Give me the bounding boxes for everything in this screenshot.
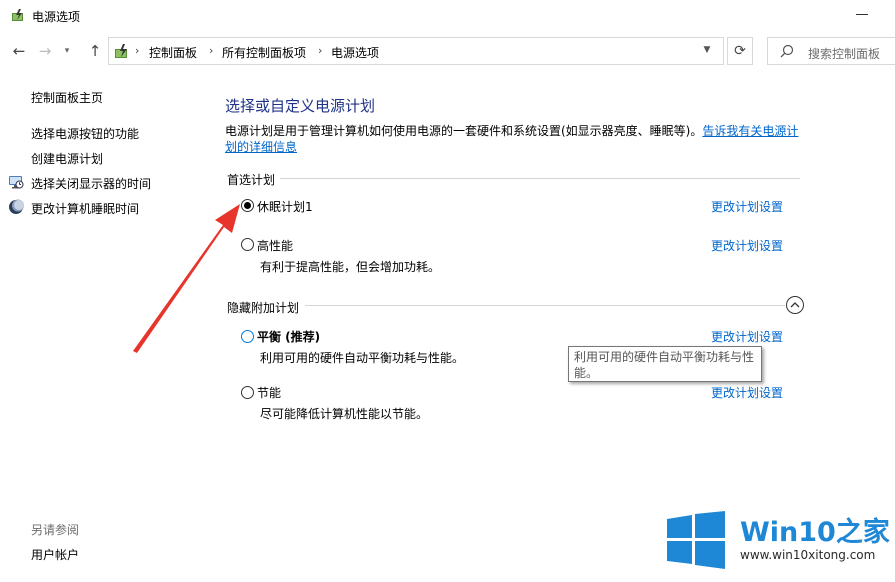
watermark-url: www.win10xitong.com bbox=[740, 548, 876, 562]
sidebar-item-power-buttons[interactable]: 选择电源按钮的功能 bbox=[31, 125, 139, 142]
plan-radio-balanced[interactable] bbox=[241, 330, 254, 343]
group-divider bbox=[305, 305, 785, 306]
sidebar-item-display-off[interactable]: 选择关闭显示器的时间 bbox=[31, 175, 151, 192]
refresh-icon: ⟳ bbox=[734, 43, 746, 59]
breadcrumb-separator: › bbox=[318, 44, 323, 57]
user-accounts-link[interactable]: 用户帐户 bbox=[31, 546, 79, 563]
breadcrumb-power-options[interactable]: 电源选项 bbox=[331, 44, 379, 61]
plan-radio-high-performance[interactable] bbox=[241, 238, 254, 251]
preferred-plans-heading: 首选计划 bbox=[227, 173, 276, 187]
brand-name: Win10 bbox=[740, 517, 836, 548]
plan-name: 节能 bbox=[257, 386, 282, 400]
search-box[interactable]: 搜索控制面板 bbox=[767, 37, 895, 65]
search-icon bbox=[780, 44, 794, 58]
change-plan-settings-link[interactable]: 更改计划设置 bbox=[711, 237, 783, 254]
plan-radio-power-saver[interactable] bbox=[241, 386, 254, 399]
plan-name: 平衡 (推荐) bbox=[257, 330, 321, 344]
navigation-bar: ← → ▾ ↑ › 控制面板 › 所有控制面板项 › 电源选项 ▼ ⟳ 搜索控制… bbox=[0, 34, 895, 68]
address-bar[interactable]: › 控制面板 › 所有控制面板项 › 电源选项 ▼ bbox=[108, 37, 724, 65]
control-panel-home-link[interactable]: 控制面板主页 bbox=[31, 89, 103, 106]
breadcrumb-control-panel[interactable]: 控制面板 bbox=[149, 44, 197, 61]
change-plan-settings-link[interactable]: 更改计划设置 bbox=[711, 328, 783, 345]
watermark-brand: Win10之家 bbox=[740, 510, 890, 549]
collapse-button[interactable] bbox=[786, 296, 804, 314]
hidden-plans-heading: 隐藏附加计划 bbox=[227, 301, 300, 315]
group-divider bbox=[280, 178, 800, 179]
windows-logo-icon bbox=[667, 511, 725, 569]
search-input[interactable]: 搜索控制面板 bbox=[808, 45, 880, 62]
see-also-heading: 另请参阅 bbox=[31, 523, 80, 537]
up-arrow-icon[interactable]: ↑ bbox=[86, 42, 104, 60]
moon-icon bbox=[9, 199, 24, 214]
breadcrumb-all-items[interactable]: 所有控制面板项 bbox=[222, 44, 306, 61]
plan-radio-hibernate-1[interactable] bbox=[241, 199, 254, 212]
breadcrumb-separator: › bbox=[209, 44, 214, 57]
breadcrumb-separator: › bbox=[135, 44, 140, 57]
forward-arrow-icon[interactable]: → bbox=[36, 42, 54, 60]
plan-name: 休眠计划1 bbox=[257, 200, 313, 214]
page-description: 电源计划是用于管理计算机如何使用电源的一套硬件和系统设置(如显示器亮度、睡眠等)… bbox=[225, 123, 805, 155]
page-title: 选择或自定义电源计划 bbox=[225, 97, 376, 115]
annotation-arrow bbox=[133, 204, 240, 353]
back-arrow-icon[interactable]: ← bbox=[10, 42, 28, 60]
plan-description: 利用可用的硬件自动平衡功耗与性能。 bbox=[260, 351, 465, 365]
plan-description: 尽可能降低计算机性能以节能。 bbox=[260, 407, 429, 421]
refresh-button[interactable]: ⟳ bbox=[727, 37, 753, 65]
sidebar-item-sleep-time[interactable]: 更改计算机睡眠时间 bbox=[31, 200, 139, 217]
minimize-button[interactable] bbox=[856, 14, 868, 15]
plan-name: 高性能 bbox=[257, 239, 294, 253]
power-options-icon bbox=[12, 9, 23, 21]
tooltip: 利用可用的硬件自动平衡功耗与性能。 bbox=[568, 346, 762, 382]
title-bar: 电源选项 bbox=[0, 0, 895, 32]
change-plan-settings-link[interactable]: 更改计划设置 bbox=[711, 384, 783, 401]
chevron-up-icon bbox=[790, 302, 800, 308]
description-text: 电源计划是用于管理计算机如何使用电源的一套硬件和系统设置(如显示器亮度、睡眠等)… bbox=[225, 124, 703, 138]
change-plan-settings-link[interactable]: 更改计划设置 bbox=[711, 198, 783, 215]
chevron-down-icon[interactable]: ▼ bbox=[700, 45, 714, 57]
recent-locations-icon[interactable]: ▾ bbox=[58, 42, 76, 60]
plan-description: 有利于提高性能，但会增加功耗。 bbox=[260, 260, 441, 274]
clock-monitor-icon bbox=[9, 176, 24, 189]
brand-suffix: 之家 bbox=[835, 517, 890, 548]
window-title: 电源选项 bbox=[32, 10, 81, 24]
sidebar-item-create-plan[interactable]: 创建电源计划 bbox=[31, 150, 103, 167]
control-panel-icon bbox=[115, 44, 127, 58]
